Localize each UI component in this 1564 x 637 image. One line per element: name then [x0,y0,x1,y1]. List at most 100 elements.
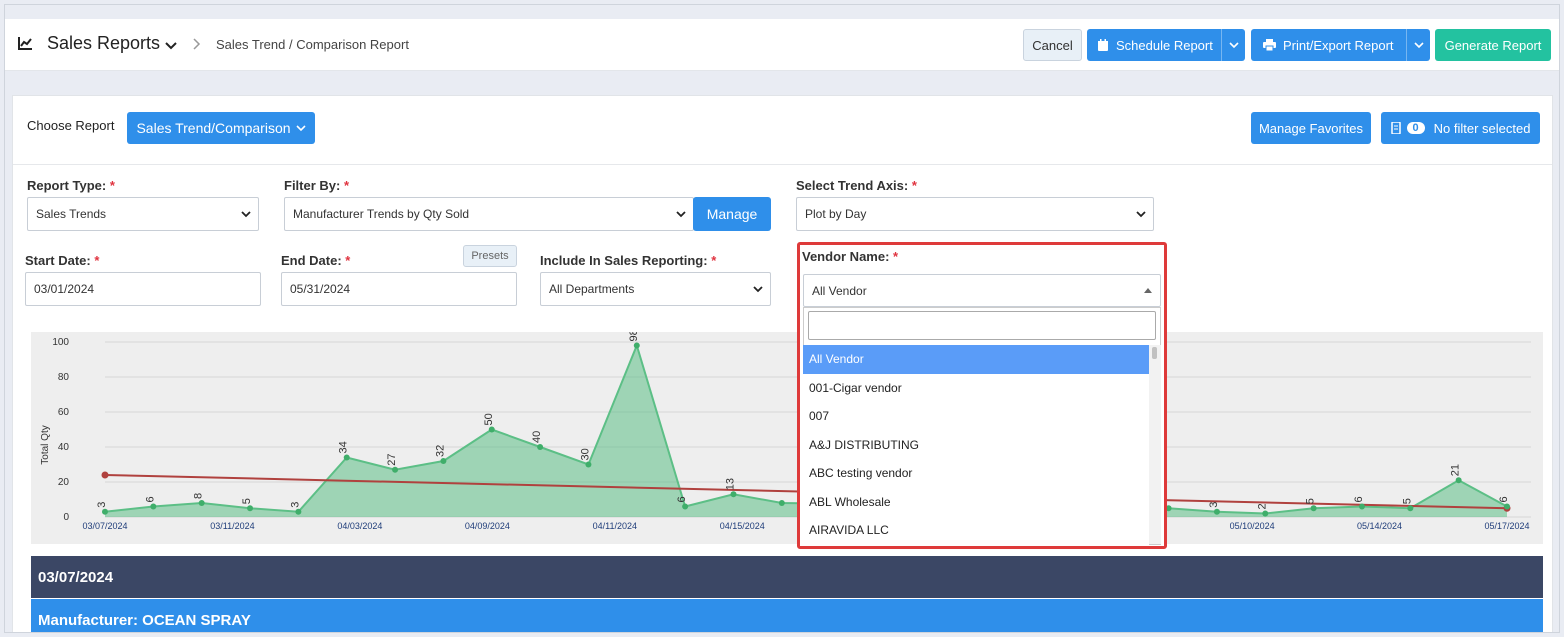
schedule-dropdown-toggle[interactable] [1221,29,1245,61]
page-title: Sales Reports [47,33,161,53]
required-mark: * [94,253,100,268]
data-point [488,426,495,433]
x-tick-label: 04/11/2024 [593,521,637,531]
y-tick-label: 0 [63,512,69,523]
filter-status-label: No filter selected [1433,120,1531,136]
manage-favorites-button[interactable]: Manage Favorites [1251,112,1371,144]
data-point [1213,508,1220,515]
trend-axis-label-text: Select Trend Axis: [796,178,909,193]
data-point [198,500,205,506]
choose-report-label: Choose Report [27,118,115,133]
data-point [343,454,350,461]
data-label: 3 [1208,502,1220,508]
end-date-value: 05/31/2024 [290,282,351,296]
x-tick-label: 03/11/2024 [210,521,254,531]
start-date-label-text: Start Date: [25,253,91,268]
vendor-name-select[interactable]: All Vendor [803,274,1161,307]
report-type-label: Report Type: * [27,178,115,193]
vendor-option[interactable]: ABC testing vendor [803,459,1149,488]
end-date-label-text: End Date: [281,253,342,268]
data-point [1310,505,1317,512]
chart-svg: Total Qty 0 20 40 60 80 100 03/07/2024 03/11/20… [40,329,1531,531]
trend-axis-value: Plot by Day [805,207,867,221]
vendor-option[interactable]: 007 [803,402,1149,431]
chevron-down-icon [241,211,251,218]
chevron-down-icon[interactable] [163,37,179,53]
chevron-down-icon [753,286,763,293]
y-axis-label: Total Qty [40,425,51,464]
schedule-report-button[interactable]: Schedule Report [1087,29,1245,61]
cancel-button[interactable]: Cancel [1023,29,1082,61]
x-tick-label: 04/15/2024 [720,521,765,531]
choose-report-dropdown[interactable]: Sales Trend/Comparison [127,112,315,144]
x-tick-label: 05/14/2024 [1357,521,1402,531]
x-tick-label: 03/07/2024 [82,521,127,531]
data-label: 3 [289,502,301,508]
end-date-input[interactable]: 05/31/2024 [281,272,517,306]
divider [13,164,1552,165]
chevron-right-icon [193,38,201,50]
data-point [1262,510,1269,517]
data-label: 6 [676,496,688,502]
vendor-option[interactable]: A&J DISTRIBUTING [803,431,1149,460]
include-sales-label: Include In Sales Reporting: * [540,253,716,268]
data-label: 13 [724,478,736,490]
filter-count-badge: 0 [1406,122,1425,134]
data-point [585,461,592,468]
data-label: 3 [96,502,108,508]
x-tick-label: 04/09/2024 [465,521,510,531]
data-point [1455,477,1462,484]
required-mark: * [109,178,115,193]
vendor-scrollbar[interactable] [1149,345,1161,544]
manage-button[interactable]: Manage [693,197,771,231]
filter-status-button[interactable]: 0 No filter selected [1381,112,1540,144]
report-type-value: Sales Trends [36,207,107,221]
printer-icon [1263,39,1276,51]
data-label: 50 [483,413,495,425]
y-tick-label: 80 [58,372,70,383]
y-tick-label: 100 [52,337,69,348]
data-point [1358,503,1365,510]
vendor-search-input[interactable] [808,311,1156,340]
data-label: 30 [579,448,591,460]
start-date-input[interactable]: 03/01/2024 [25,272,261,306]
x-tick-label: 05/10/2024 [1230,521,1275,531]
vendor-option[interactable]: 001-Cigar vendor [803,374,1149,403]
x-tick-label: 04/03/2024 [337,521,382,531]
filter-by-select[interactable]: Manufacturer Trends by Qty Sold [284,197,694,231]
print-dropdown-toggle[interactable] [1406,29,1430,61]
schedule-report-label: Schedule Report [1116,37,1213,53]
include-sales-label-text: Include In Sales Reporting: [540,253,708,268]
start-date-label: Start Date: * [25,253,99,268]
vendor-option[interactable]: AIRAVIDA LLC [803,516,1149,545]
data-label: 5 [1401,498,1413,504]
data-label: 40 [531,431,543,443]
print-export-label: Print/Export Report [1283,37,1394,53]
sales-trend-chart: Total Qty 0 20 40 60 80 100 03/07/2024 03/11/20… [31,329,1543,544]
vendor-option[interactable]: All Vendor [803,345,1149,374]
report-type-select[interactable]: Sales Trends [27,197,259,231]
vendor-name-value: All Vendor [812,283,867,298]
required-mark: * [893,249,899,264]
required-mark: * [911,178,917,193]
data-point [730,491,737,498]
data-label: 98 [628,332,640,342]
list-icon [1390,122,1401,134]
generate-report-button[interactable]: Generate Report [1435,29,1551,61]
data-point [682,503,689,510]
y-tick-label: 60 [58,407,70,418]
required-mark: * [711,253,717,268]
vendor-option[interactable]: ABL Wholesale [803,488,1149,517]
header-bar: Sales Reports Sales Trend / Comparison R… [5,19,1559,71]
data-label: 8 [193,493,205,499]
report-card: Choose Report Sales Trend/Comparison Man… [12,95,1553,632]
print-export-button[interactable]: Print/Export Report [1251,29,1430,61]
filter-by-value: Manufacturer Trends by Qty Sold [293,207,470,221]
breadcrumb: Sales Trend / Comparison Report [216,37,409,52]
scrollbar-thumb[interactable] [1152,347,1157,359]
caret-up-icon [1144,288,1152,293]
end-date-label: End Date: * [281,253,350,268]
presets-button[interactable]: Presets [463,245,517,267]
include-sales-select[interactable]: All Departments [540,272,771,306]
trend-axis-select[interactable]: Plot by Day [796,197,1154,231]
